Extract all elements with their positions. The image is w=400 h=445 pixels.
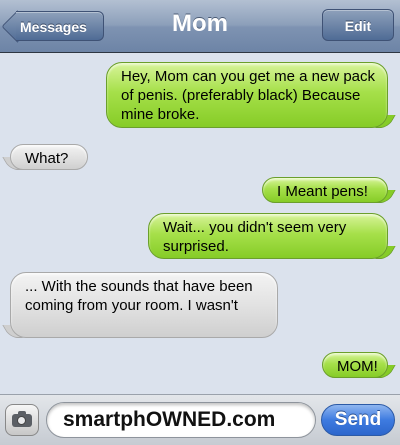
message-bubble-received: ... With the sounds that have been comin… — [10, 272, 278, 338]
camera-button[interactable] — [5, 404, 39, 436]
message-bubble-sent: Hey, Mom can you get me a new pack of pe… — [106, 62, 388, 128]
send-button[interactable]: Send — [321, 404, 395, 436]
message-input[interactable]: smartphOWNED.com — [46, 402, 316, 438]
nav-bar: Messages Mom Edit — [0, 0, 400, 53]
composer-bar: smartphOWNED.com Send — [0, 394, 400, 445]
message-bubble-sent: Wait... you didn't seem very surprised. — [148, 213, 388, 259]
message-bubble-sent: MOM! — [322, 352, 388, 378]
edit-button[interactable]: Edit — [322, 9, 394, 41]
message-bubble-received: What? — [10, 144, 88, 170]
message-bubble-sent: I Meant pens! — [262, 177, 388, 203]
